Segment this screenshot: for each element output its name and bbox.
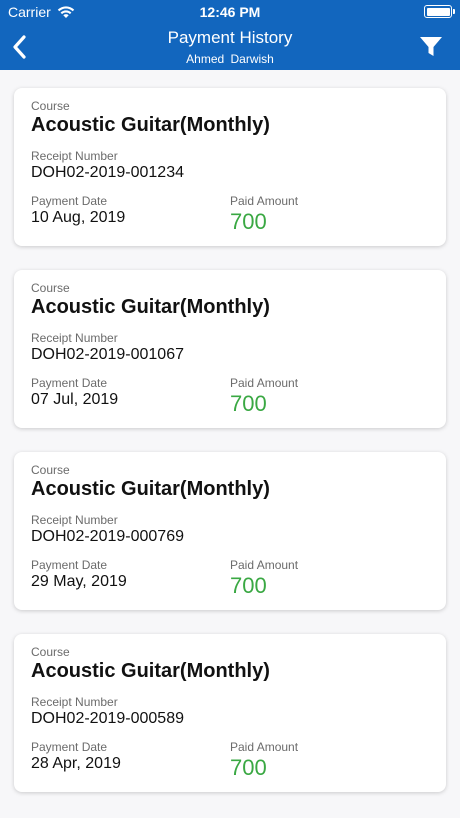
battery-icon [424,5,455,18]
receipt-label: Receipt Number [31,695,118,709]
page-title: Payment History [167,28,293,47]
payment-list: Course Acoustic Guitar(Monthly) Receipt … [14,88,446,816]
course-name: Acoustic Guitar(Monthly) [31,660,270,682]
payment-date-label: Payment Date [31,558,108,572]
receipt-number: DOH02-2019-000769 [31,528,184,545]
user-name: Ahmed Darwish [186,52,274,66]
course-label: Course [31,281,70,295]
payment-date: 29 May, 2019 [31,573,127,590]
course-label: Course [31,463,70,477]
paid-amount-label: Paid Amount [230,376,299,390]
payment-card[interactable]: Course Acoustic Guitar(Monthly) Receipt … [14,452,446,610]
payment-card[interactable]: Course Acoustic Guitar(Monthly) Receipt … [14,270,446,428]
payment-card[interactable]: Course Acoustic Guitar(Monthly) Receipt … [14,634,446,792]
paid-amount-label: Paid Amount [230,194,299,208]
course-name: Acoustic Guitar(Monthly) [31,114,270,136]
payment-date: 07 Jul, 2019 [31,391,119,408]
paid-amount-label: Paid Amount [230,740,299,754]
course-label: Course [31,99,70,113]
receipt-number: DOH02-2019-000589 [31,710,184,727]
payment-card[interactable]: Course Acoustic Guitar(Monthly) Receipt … [14,88,446,246]
paid-amount: 700 [230,573,267,598]
back-button[interactable] [6,32,34,62]
status-bar: Carrier 12:46 PM [0,0,460,24]
payment-date: 28 Apr, 2019 [31,755,121,772]
receipt-label: Receipt Number [31,513,118,527]
course-name: Acoustic Guitar(Monthly) [31,478,270,500]
back-chevron-icon [13,35,26,59]
paid-amount-label: Paid Amount [230,558,299,572]
course-name: Acoustic Guitar(Monthly) [31,296,270,318]
course-label: Course [31,645,70,659]
nav-title-block: Payment History Ahmed Darwish [60,27,400,67]
paid-amount: 700 [230,391,267,416]
status-time: 12:46 PM [199,4,261,20]
payment-date-label: Payment Date [31,740,108,754]
filter-button[interactable] [418,35,444,59]
filter-icon [420,37,442,56]
receipt-label: Receipt Number [31,149,118,163]
app-header: Carrier 12:46 PM Payment History Ahmed D… [0,0,460,70]
receipt-number: DOH02-2019-001234 [31,164,184,181]
receipt-label: Receipt Number [31,331,118,345]
payment-date: 10 Aug, 2019 [31,209,126,226]
payment-date-label: Payment Date [31,376,108,390]
paid-amount: 700 [230,209,267,234]
payment-date-label: Payment Date [31,194,108,208]
receipt-number: DOH02-2019-001067 [31,346,184,363]
paid-amount: 700 [230,755,267,780]
